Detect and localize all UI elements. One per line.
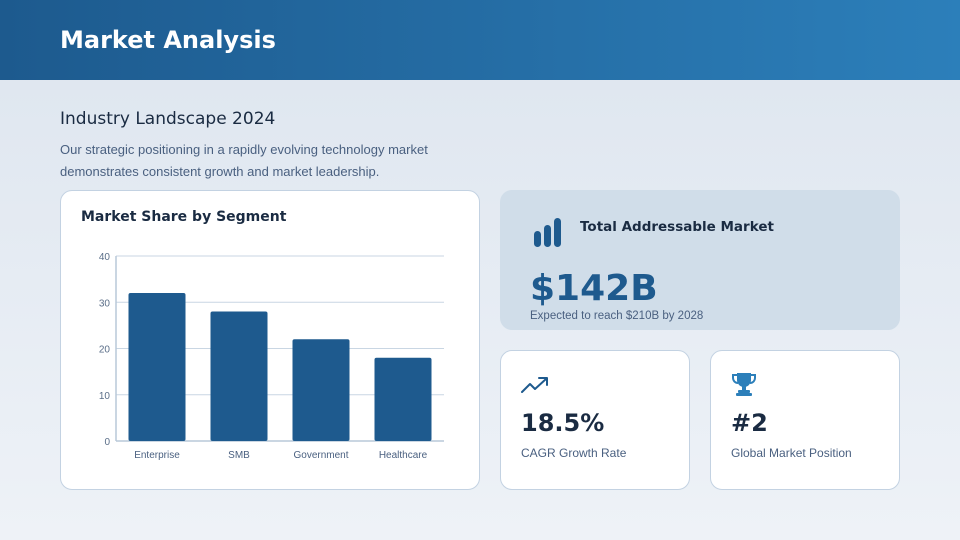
section-description: Our strategic positioning in a rapidly e… [60, 142, 428, 179]
y-tick-label: 0 [104, 437, 110, 448]
position-value: #2 [731, 409, 768, 437]
y-tick-label: 10 [99, 391, 111, 402]
y-tick-label: 30 [99, 298, 111, 309]
bar-enterprise [128, 293, 186, 441]
header-banner: Market Analysis [0, 0, 960, 80]
tam-card: Total Addressable Market $142B Expected … [500, 190, 900, 330]
cagr-label: CAGR Growth Rate [521, 446, 627, 460]
bar-chart: 0 10 20 30 40 Enterprise SMB Government Healthca… [99, 252, 444, 461]
bar-government [292, 339, 350, 441]
market-share-chart-card: Market Share by Segment 0 10 20 30 40 Enterpr… [60, 190, 480, 490]
x-tick-label: Government [293, 450, 348, 461]
page-title: Market Analysis [60, 26, 276, 54]
tam-note: Expected to reach $210B by 2028 [530, 310, 704, 322]
tam-value: $142B [530, 268, 658, 309]
cagr-value: 18.5% [521, 409, 605, 437]
x-tick-label: Healthcare [379, 450, 428, 461]
trophy-icon [732, 373, 756, 396]
bar-chart-icon [534, 218, 561, 247]
x-tick-label: SMB [228, 450, 250, 461]
bar-smb [210, 311, 268, 441]
position-label: Global Market Position [731, 446, 852, 460]
bar-healthcare [374, 357, 432, 441]
market-position-stat-card: #2 Global Market Position [710, 350, 900, 490]
tam-title: Total Addressable Market [580, 219, 774, 235]
y-tick-label: 20 [99, 345, 111, 356]
x-tick-label: Enterprise [134, 450, 180, 461]
y-tick-label: 40 [99, 252, 111, 263]
trending-up-icon [521, 377, 548, 393]
section-subtitle: Industry Landscape 2024 [60, 109, 276, 129]
cagr-stat-card: 18.5% CAGR Growth Rate [500, 350, 690, 490]
